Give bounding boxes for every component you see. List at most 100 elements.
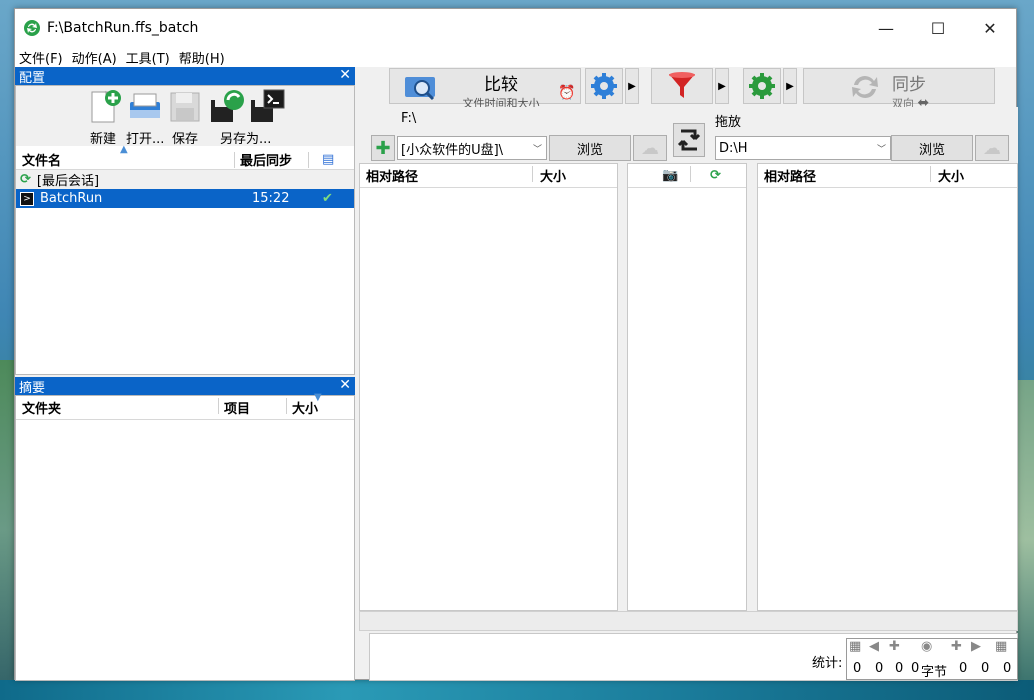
funnel-icon bbox=[669, 72, 695, 98]
column-divider[interactable] bbox=[218, 398, 219, 414]
stat-value: 0 bbox=[853, 661, 862, 676]
right-grid-header: 相对路径 大小 bbox=[758, 164, 1017, 188]
stat-value: 0 bbox=[981, 661, 990, 676]
gear-green-icon bbox=[749, 73, 775, 99]
swap-icon bbox=[677, 129, 701, 151]
sync-icon: ⟳ bbox=[20, 172, 31, 187]
config-row-batchrun[interactable]: > BatchRun 15:22 ✔ bbox=[16, 189, 354, 208]
config-row-name: BatchRun bbox=[40, 191, 103, 206]
stat-unit: 字节 bbox=[921, 665, 948, 680]
column-settings-icon[interactable]: ▤ bbox=[322, 152, 334, 167]
left-folder-label: F:\ bbox=[401, 111, 417, 126]
column-divider[interactable] bbox=[234, 152, 235, 168]
arrow-right-icon: ▶ bbox=[971, 639, 981, 654]
save-as-sync-icon[interactable] bbox=[208, 88, 246, 126]
right-col-path[interactable]: 相对路径 bbox=[764, 166, 816, 185]
sync-label: 同步 bbox=[892, 75, 926, 95]
title-bar: F:\BatchRun.ffs_batch — ☐ ✕ bbox=[15, 9, 1016, 47]
compare-button[interactable]: 比较 文件时间和大小 ⏰ bbox=[389, 68, 581, 110]
compare-settings-button[interactable] bbox=[585, 68, 623, 104]
cloud-icon: ☁ bbox=[641, 137, 659, 159]
left-cloud-button[interactable]: ☁ bbox=[633, 135, 667, 161]
right-col-size[interactable]: 大小 bbox=[938, 166, 964, 185]
right-file-grid[interactable]: 相对路径 大小 bbox=[757, 163, 1018, 611]
save-icon[interactable] bbox=[166, 88, 204, 126]
right-panel: 比较 文件时间和大小 ⏰ ▶ ▶ ▶ 同步 双向 ⬌ F:\ ✚ [小众软件的U… bbox=[359, 67, 1018, 681]
left-col-path[interactable]: 相对路径 bbox=[366, 166, 418, 185]
stat-value: 0 bbox=[875, 661, 884, 676]
menu-help[interactable]: 帮助(H) bbox=[175, 48, 229, 67]
filter-button[interactable] bbox=[651, 68, 713, 104]
summary-panel: 文件夹 项目 大小 ▼ bbox=[15, 392, 355, 681]
col-filename[interactable]: 文件名 bbox=[22, 150, 61, 169]
right-browse-button[interactable]: 浏览 bbox=[891, 135, 973, 161]
summary-close-icon[interactable]: ✕ bbox=[339, 377, 351, 393]
left-folder-bar: F:\ ✚ [小众软件的U盘]\ ﹀ 浏览 ☁ bbox=[369, 107, 669, 163]
plus-icon: ✚ bbox=[375, 137, 391, 159]
cloud-icon: ☁ bbox=[983, 137, 1001, 159]
save-button-label: 保存 bbox=[172, 132, 199, 147]
synchronize-button[interactable]: 同步 双向 ⬌ bbox=[803, 68, 995, 111]
column-divider[interactable] bbox=[308, 152, 309, 168]
summary-panel-header: 摘要 ✕ bbox=[15, 377, 355, 396]
column-divider[interactable] bbox=[286, 398, 287, 414]
sync-settings-button[interactable] bbox=[743, 68, 781, 104]
stat-value: 0 bbox=[911, 661, 920, 676]
config-panel-header: 配置 ✕ bbox=[15, 67, 355, 86]
menu-tools[interactable]: 工具(T) bbox=[122, 48, 174, 67]
sync-gray-icon bbox=[852, 76, 878, 98]
menu-file[interactable]: 文件(F) bbox=[15, 48, 67, 67]
open-button-label: 打开... bbox=[126, 132, 165, 147]
col-items[interactable]: 项目 bbox=[224, 398, 250, 417]
menu-action[interactable]: 动作(A) bbox=[68, 48, 121, 67]
maximize-button[interactable]: ☐ bbox=[912, 9, 964, 47]
camera-icon[interactable]: 📷 bbox=[662, 168, 678, 183]
sort-down-icon: ▼ bbox=[314, 392, 322, 403]
clock-icon: ⏰ bbox=[558, 85, 576, 101]
compare-icon bbox=[405, 77, 435, 101]
checkmark-icon: ✔ bbox=[322, 191, 333, 206]
chevron-down-icon: ﹀ bbox=[532, 144, 542, 155]
sync-dropdown-arrow[interactable]: ▶ bbox=[783, 68, 797, 104]
data-size-icon: ◉ bbox=[921, 639, 933, 654]
config-row-last-session[interactable]: ⟳ [最后会话] bbox=[16, 170, 354, 189]
save-as-batch-icon[interactable] bbox=[248, 88, 286, 126]
right-folder-dropdown[interactable]: D:\H ﹀ bbox=[715, 136, 891, 160]
sort-up-icon: ▲ bbox=[120, 144, 128, 155]
right-cloud-button[interactable]: ☁ bbox=[975, 135, 1009, 161]
config-row-name: [最后会话] bbox=[36, 174, 100, 189]
left-col-size[interactable]: 大小 bbox=[540, 166, 566, 185]
col-last-sync[interactable]: 最后同步 bbox=[240, 150, 292, 169]
config-row-time: 15:22 bbox=[252, 191, 290, 206]
compare-dropdown-arrow[interactable]: ▶ bbox=[625, 68, 639, 104]
config-panel-title: 配置 bbox=[19, 70, 46, 86]
left-grid-header: 相对路径 大小 bbox=[360, 164, 617, 188]
add-folder-pair-button[interactable]: ✚ bbox=[371, 135, 395, 161]
left-browse-button[interactable]: 浏览 bbox=[549, 135, 631, 161]
right-folder-value: D:\H bbox=[719, 140, 748, 156]
summary-column-header: 文件夹 项目 大小 ▼ bbox=[16, 392, 354, 420]
config-panel: 新建 打开... 保存 另存为... 文件名 ▲ 最后同步 ▤ ⟳ [最后会话]… bbox=[15, 85, 355, 375]
stat-value: 0 bbox=[895, 661, 904, 676]
left-file-grid[interactable]: 相对路径 大小 bbox=[359, 163, 618, 611]
middle-action-grid[interactable]: 📷 ⟳ bbox=[627, 163, 747, 611]
stat-value: 0 bbox=[959, 661, 968, 676]
minimize-button[interactable]: — bbox=[860, 9, 912, 47]
open-icon[interactable] bbox=[126, 88, 164, 126]
sync-icon[interactable]: ⟳ bbox=[710, 168, 721, 183]
window-title: F:\BatchRun.ffs_batch bbox=[47, 20, 199, 36]
swap-sides-button[interactable] bbox=[673, 123, 705, 157]
stat-value: 0 bbox=[1003, 661, 1012, 676]
column-divider[interactable] bbox=[532, 166, 533, 182]
right-folder-label: 拖放 bbox=[715, 115, 742, 130]
column-divider[interactable] bbox=[930, 166, 931, 182]
summary-panel-title: 摘要 bbox=[19, 380, 46, 396]
statistics-bar: 统计: ▦ ◀ ✚ ◉ ✚ ▶ ▦ 0 0 0 0 字节 0 0 0 bbox=[369, 633, 1018, 681]
left-folder-dropdown[interactable]: [小众软件的U盘]\ ﹀ bbox=[397, 136, 547, 160]
column-divider[interactable] bbox=[690, 166, 691, 182]
new-file-icon[interactable] bbox=[86, 88, 124, 126]
config-close-icon[interactable]: ✕ bbox=[339, 67, 351, 83]
col-folder[interactable]: 文件夹 bbox=[22, 398, 61, 417]
filter-dropdown-arrow[interactable]: ▶ bbox=[715, 68, 729, 104]
close-button[interactable]: ✕ bbox=[964, 9, 1016, 47]
